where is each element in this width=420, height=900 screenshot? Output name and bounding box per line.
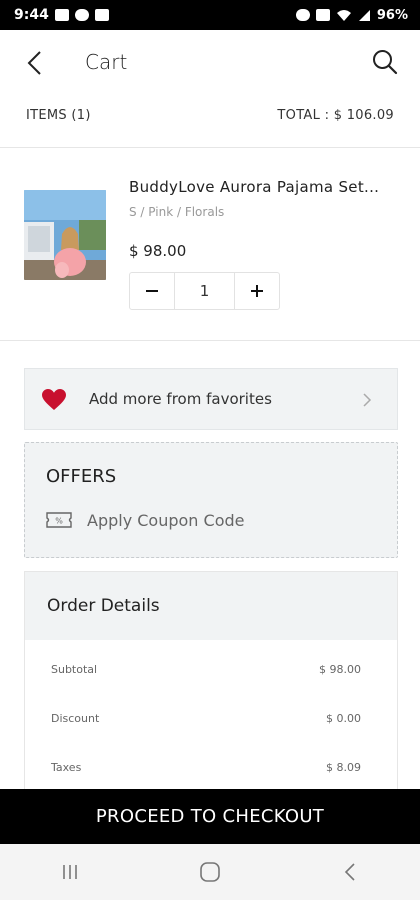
mute-icon	[315, 9, 330, 21]
recent-apps-icon	[63, 865, 77, 879]
product-variant: S / Pink / Florals	[129, 205, 225, 219]
gallery-icon	[54, 9, 69, 21]
minus-icon	[146, 290, 158, 292]
cart-item: BuddyLove Aurora Pajama Set... S / Pink …	[0, 148, 420, 340]
subtotal-label: Subtotal	[51, 663, 98, 676]
status-time: 9:44	[14, 7, 49, 23]
divider	[0, 340, 420, 341]
offers-section: OFFERS % Apply Coupon Code	[24, 442, 398, 558]
system-back-button[interactable]	[320, 852, 380, 892]
recent-apps-button[interactable]	[40, 852, 100, 892]
proceed-to-checkout-button[interactable]: PROCEED TO CHECKOUT	[0, 789, 420, 844]
home-button[interactable]	[180, 852, 240, 892]
order-row-subtotal: Subtotal $ 98.00	[51, 663, 361, 676]
plus-icon	[251, 285, 263, 297]
status-bar: 9:44 96%	[0, 0, 420, 30]
coupon-label: Apply Coupon Code	[87, 510, 245, 530]
home-icon	[200, 862, 220, 882]
coupon-icon: %	[46, 512, 72, 528]
quantity-stepper: 1	[129, 272, 280, 310]
order-details-header: Order Details	[25, 572, 397, 640]
search-button[interactable]	[370, 47, 400, 77]
product-name[interactable]: BuddyLove Aurora Pajama Set...	[129, 178, 379, 196]
product-photo	[24, 190, 106, 280]
svg-text:%: %	[55, 517, 63, 526]
taxes-label: Taxes	[51, 761, 82, 774]
notification-icon	[94, 9, 109, 21]
discount-label: Discount	[51, 712, 100, 725]
heart-icon	[42, 389, 66, 410]
apply-coupon-button[interactable]: % Apply Coupon Code	[45, 510, 245, 530]
order-row-taxes: Taxes $ 8.09	[51, 761, 361, 774]
subtotal-value: $ 98.00	[319, 663, 361, 676]
back-arrow-icon	[344, 863, 355, 881]
search-icon	[373, 50, 398, 75]
app-header: Cart	[0, 30, 420, 96]
cart-total: TOTAL : $ 106.09	[277, 108, 394, 123]
discount-value: $ 0.00	[326, 712, 361, 725]
cart-summary: ITEMS (1) TOTAL : $ 106.09	[26, 108, 394, 134]
favorites-label: Add more from favorites	[89, 390, 272, 408]
order-row-discount: Discount $ 0.00	[51, 712, 361, 725]
chevron-right-icon	[363, 393, 372, 407]
message-icon	[74, 9, 89, 21]
product-price: $ 98.00	[129, 242, 187, 260]
decrease-quantity-button[interactable]	[130, 273, 174, 309]
system-nav-bar	[0, 844, 420, 900]
page-title: Cart	[85, 50, 128, 74]
battery-level: 96%	[376, 7, 408, 23]
items-count: ITEMS (1)	[26, 108, 91, 123]
order-details-title: Order Details	[47, 596, 160, 616]
alarm-icon	[295, 9, 310, 21]
chevron-left-icon	[27, 51, 41, 75]
wifi-icon	[336, 9, 351, 21]
offers-title: OFFERS	[46, 466, 117, 487]
taxes-value: $ 8.09	[326, 761, 361, 774]
add-from-favorites-button[interactable]: Add more from favorites	[24, 368, 398, 430]
back-button[interactable]	[20, 48, 48, 78]
quantity-value: 1	[174, 273, 235, 309]
product-image[interactable]	[24, 190, 106, 280]
signal-icon	[358, 9, 370, 21]
increase-quantity-button[interactable]	[235, 273, 279, 309]
